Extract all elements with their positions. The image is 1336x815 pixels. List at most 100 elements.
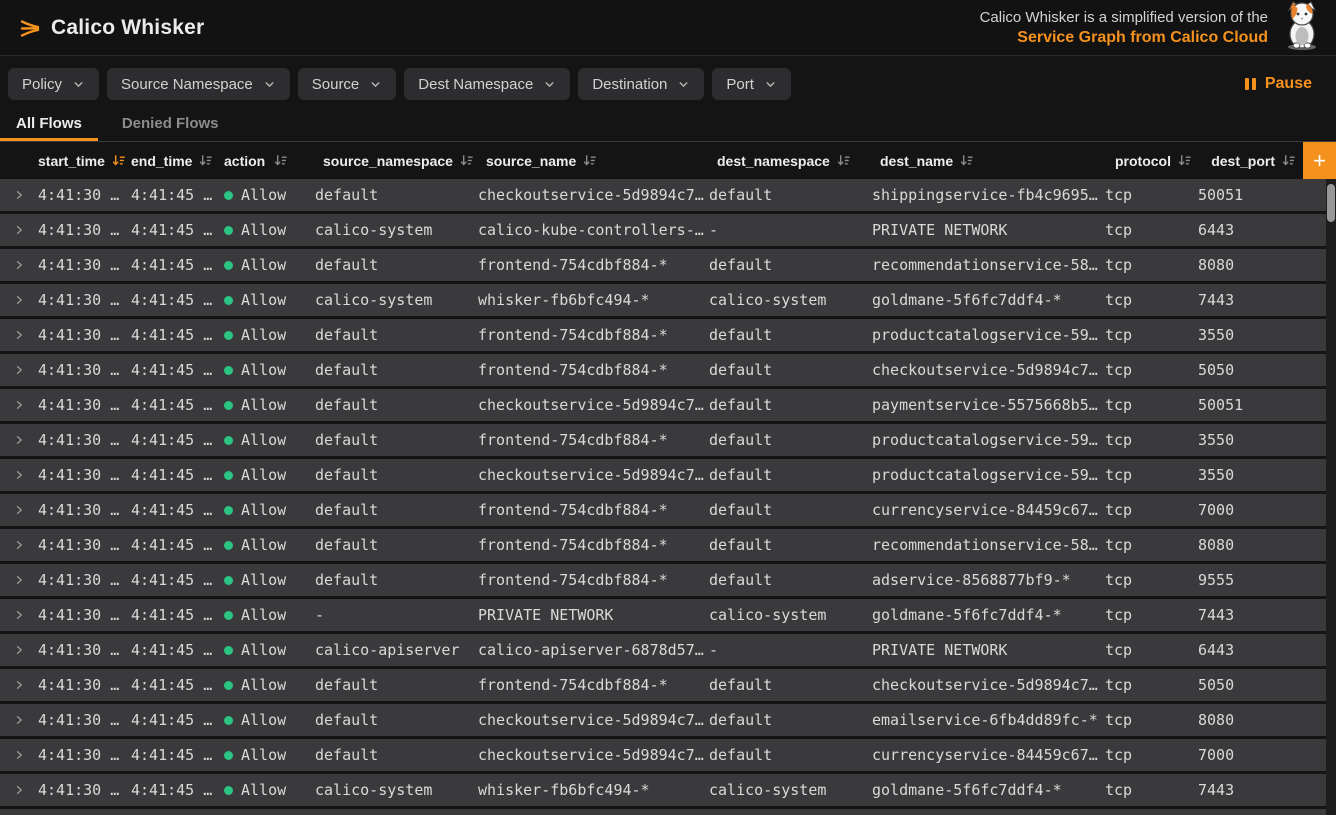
row-expand-chevron-right-icon[interactable] bbox=[0, 574, 30, 586]
flow-row[interactable]: 4:41:30 … 4:41:45 … Allow default fronte… bbox=[0, 424, 1326, 456]
flow-row[interactable]: 4:41:30 … 4:41:45 … Allow default fronte… bbox=[0, 564, 1326, 596]
brand: Calico Whisker bbox=[16, 15, 204, 41]
column-header-action[interactable]: action bbox=[216, 153, 315, 169]
flow-row[interactable]: 4:41:30 … 4:41:45 … Allow calico-apiserv… bbox=[0, 634, 1326, 666]
cell-action: Allow bbox=[216, 291, 315, 309]
cell-protocol: tcp bbox=[1105, 291, 1198, 309]
sort-descending-icon bbox=[273, 153, 288, 168]
cell-source-namespace: default bbox=[315, 256, 478, 274]
row-expand-chevron-right-icon[interactable] bbox=[0, 364, 30, 376]
cell-protocol: tcp bbox=[1105, 501, 1198, 519]
allow-status-dot-icon bbox=[224, 366, 233, 375]
cell-action: Allow bbox=[216, 536, 315, 554]
row-expand-chevron-right-icon[interactable] bbox=[0, 539, 30, 551]
action-label: Allow bbox=[241, 781, 286, 799]
cell-protocol: tcp bbox=[1105, 711, 1198, 729]
cell-end-time: 4:41:45 … bbox=[123, 186, 216, 204]
cell-dest-namespace: default bbox=[709, 676, 872, 694]
column-header-source-name[interactable]: source_name bbox=[478, 153, 709, 169]
row-expand-chevron-right-icon[interactable] bbox=[0, 224, 30, 236]
filter-dest-namespace-button[interactable]: Dest Namespace bbox=[404, 68, 570, 100]
flow-row[interactable]: 4:41:30 … 4:41:45 … Allow calico-system … bbox=[0, 214, 1326, 246]
cell-dest-port: 5050 bbox=[1198, 361, 1326, 379]
flow-row[interactable]: 4:41:30 … 4:41:45 … Allow default fronte… bbox=[0, 529, 1326, 561]
action-label: Allow bbox=[241, 536, 286, 554]
tab-denied-flows[interactable]: Denied Flows bbox=[106, 108, 235, 141]
whiskers-icon bbox=[16, 15, 42, 41]
scrollbar-thumb[interactable] bbox=[1327, 184, 1335, 222]
filter-source-button[interactable]: Source bbox=[298, 68, 397, 100]
flow-row[interactable]: 4:41:30 … 4:41:45 … Allow calico-system … bbox=[0, 284, 1326, 316]
row-expand-chevron-right-icon[interactable] bbox=[0, 714, 30, 726]
flow-row[interactable]: 4:41:30 … 4:41:45 … Allow default checko… bbox=[0, 179, 1326, 211]
filter-policy-button[interactable]: Policy bbox=[8, 68, 99, 100]
cell-source-name: frontend-754cdbf884-* bbox=[478, 536, 709, 554]
row-expand-chevron-right-icon[interactable] bbox=[0, 329, 30, 341]
flow-row[interactable]: 4:41:30 … 4:41:45 … Allow default fronte… bbox=[0, 319, 1326, 351]
row-expand-chevron-right-icon[interactable] bbox=[0, 749, 30, 761]
cell-end-time: 4:41:45 … bbox=[123, 606, 216, 624]
allow-status-dot-icon bbox=[224, 681, 233, 690]
cell-end-time: 4:41:45 … bbox=[123, 571, 216, 589]
column-label: end_time bbox=[131, 153, 192, 169]
flow-row[interactable]: 4:41:30 … 4:41:45 … Allow default fronte… bbox=[0, 354, 1326, 386]
cell-end-time: 4:41:45 … bbox=[123, 291, 216, 309]
row-expand-chevron-right-icon[interactable] bbox=[0, 679, 30, 691]
row-expand-chevron-right-icon[interactable] bbox=[0, 189, 30, 201]
column-label: dest_port bbox=[1211, 153, 1275, 169]
add-column-button[interactable]: + bbox=[1303, 142, 1336, 179]
row-expand-chevron-right-icon[interactable] bbox=[0, 294, 30, 306]
cell-source-namespace: default bbox=[315, 711, 478, 729]
partial-row bbox=[0, 809, 1326, 815]
row-expand-chevron-right-icon[interactable] bbox=[0, 644, 30, 656]
tab-all-flows[interactable]: All Flows bbox=[0, 108, 98, 141]
row-expand-chevron-right-icon[interactable] bbox=[0, 259, 30, 271]
column-header-end-time[interactable]: end_time bbox=[123, 153, 216, 169]
flow-row[interactable]: 4:41:30 … 4:41:45 … Allow - PRIVATE NETW… bbox=[0, 599, 1326, 631]
column-header-source-namespace[interactable]: source_namespace bbox=[315, 153, 478, 169]
column-header-dest-name[interactable]: dest_name bbox=[872, 153, 1105, 169]
cell-start-time: 4:41:30 … bbox=[30, 431, 123, 449]
allow-status-dot-icon bbox=[224, 576, 233, 585]
flow-row[interactable]: 4:41:30 … 4:41:45 … Allow calico-system … bbox=[0, 774, 1326, 806]
flow-row[interactable]: 4:41:30 … 4:41:45 … Allow default fronte… bbox=[0, 249, 1326, 281]
flow-row[interactable]: 4:41:30 … 4:41:45 … Allow default fronte… bbox=[0, 494, 1326, 526]
cell-source-name: frontend-754cdbf884-* bbox=[478, 361, 709, 379]
allow-status-dot-icon bbox=[224, 401, 233, 410]
service-graph-link[interactable]: Service Graph from Calico Cloud bbox=[980, 29, 1268, 47]
sort-descending-icon bbox=[836, 153, 851, 168]
row-expand-chevron-right-icon[interactable] bbox=[0, 399, 30, 411]
column-label: action bbox=[224, 153, 265, 169]
column-header-protocol[interactable]: protocol bbox=[1105, 153, 1198, 169]
column-header-start-time[interactable]: start_time bbox=[30, 153, 123, 169]
row-expand-chevron-right-icon[interactable] bbox=[0, 504, 30, 516]
flow-row[interactable]: 4:41:30 … 4:41:45 … Allow default checko… bbox=[0, 389, 1326, 421]
action-label: Allow bbox=[241, 186, 286, 204]
cell-source-name: calico-apiserver-6878d57… bbox=[478, 641, 709, 659]
cell-dest-namespace: default bbox=[709, 536, 872, 554]
cell-protocol: tcp bbox=[1105, 746, 1198, 764]
filter-source-namespace-button[interactable]: Source Namespace bbox=[107, 68, 290, 100]
row-expand-chevron-right-icon[interactable] bbox=[0, 609, 30, 621]
column-header-dest-namespace[interactable]: dest_namespace bbox=[709, 153, 872, 169]
flow-row[interactable]: 4:41:30 … 4:41:45 … Allow default fronte… bbox=[0, 669, 1326, 701]
row-expand-chevron-right-icon[interactable] bbox=[0, 469, 30, 481]
sort-descending-icon bbox=[1281, 153, 1296, 168]
cell-protocol: tcp bbox=[1105, 641, 1198, 659]
filter-port-button[interactable]: Port bbox=[712, 68, 791, 100]
flow-row[interactable]: 4:41:30 … 4:41:45 … Allow default checko… bbox=[0, 739, 1326, 771]
cell-dest-namespace: - bbox=[709, 641, 872, 659]
cell-start-time: 4:41:30 … bbox=[30, 466, 123, 484]
cell-dest-name: goldmane-5f6fc7ddf4-* bbox=[872, 291, 1105, 309]
row-expand-chevron-right-icon[interactable] bbox=[0, 784, 30, 796]
cell-dest-namespace: default bbox=[709, 746, 872, 764]
flow-row[interactable]: 4:41:30 … 4:41:45 … Allow default checko… bbox=[0, 704, 1326, 736]
cell-source-name: frontend-754cdbf884-* bbox=[478, 431, 709, 449]
allow-status-dot-icon bbox=[224, 751, 233, 760]
filter-destination-button[interactable]: Destination bbox=[578, 68, 704, 100]
row-expand-chevron-right-icon[interactable] bbox=[0, 434, 30, 446]
filter-port-label: Port bbox=[726, 76, 754, 93]
flow-row[interactable]: 4:41:30 … 4:41:45 … Allow default checko… bbox=[0, 459, 1326, 491]
pause-button[interactable]: Pause bbox=[1236, 75, 1320, 93]
cell-start-time: 4:41:30 … bbox=[30, 676, 123, 694]
